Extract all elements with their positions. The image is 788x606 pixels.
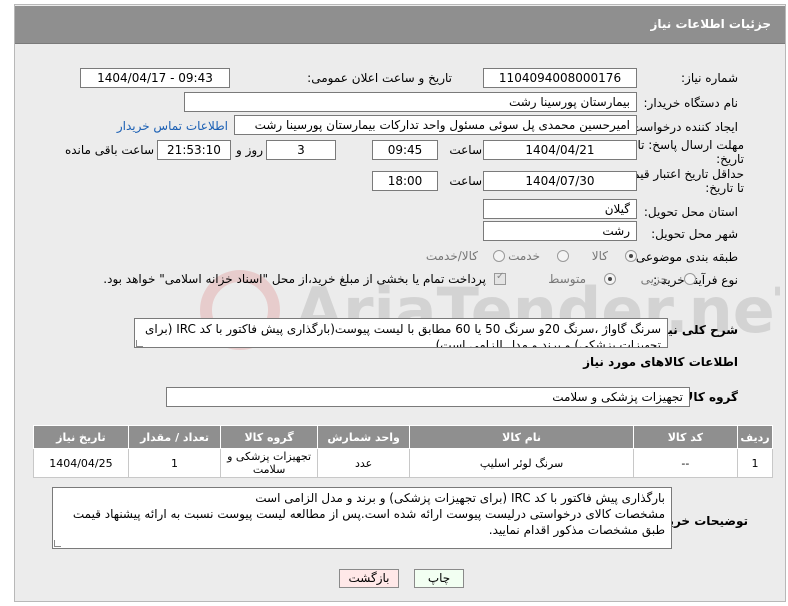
validity-time-field: 18:00 <box>372 171 438 191</box>
cell-unit: عدد <box>316 448 411 478</box>
cell-date: 1404/04/25 <box>33 448 129 478</box>
description-textarea: سرنگ گاواژ ،سرنگ 20و سرنگ 50 یا 60 مطابق… <box>134 318 668 348</box>
remaining-time-field: 21:53:10 <box>157 140 231 160</box>
payment-checkbox[interactable] <box>494 271 506 285</box>
category-option-both: کالا/خدمت <box>425 249 478 263</box>
category-option-goods: کالا <box>591 249 608 263</box>
remaining-label: ساعت باقی مانده <box>64 143 154 157</box>
category-option-service: خدمت <box>508 249 540 263</box>
col-code: کد کالا <box>632 425 739 449</box>
col-date: تاریخ نیاز <box>33 425 129 449</box>
col-qty: تعداد / مقدار <box>127 425 222 449</box>
deadline-date-field: 1404/04/21 <box>483 140 637 160</box>
deadline-label-date: تاریخ: <box>716 152 744 166</box>
buyer-notes-line-2: مشخصات کالای درخواستی درلیست پیوست ارائه… <box>72 507 665 521</box>
cell-row: 1 <box>737 448 773 478</box>
back-button[interactable]: بازگشت <box>339 569 399 588</box>
payment-note: پرداخت تمام یا بخشی از مبلغ خرید،از محل … <box>103 272 486 286</box>
category-radio-service[interactable] <box>557 250 569 262</box>
goods-section-title: اطلاعات کالاهای مورد نیاز <box>583 355 738 369</box>
buyer-org-field: بیمارستان پورسینا رشت <box>184 92 637 112</box>
cell-qty: 1 <box>127 448 222 478</box>
page-header: جزئیات اطلاعات نیاز <box>15 6 785 44</box>
cell-name: سرنگ لوئر اسلیپ <box>409 448 634 478</box>
deadline-time-label: ساعت <box>449 143 482 157</box>
announce-field: 1404/04/17 - 09:43 <box>80 68 230 88</box>
print-button[interactable]: چاپ <box>414 569 464 588</box>
validity-date-field: 1404/07/30 <box>483 171 637 191</box>
cell-group: تجهیزات پزشکی و سلامت <box>220 448 318 478</box>
col-unit: واحد شمارش <box>316 425 411 449</box>
days-field: 3 <box>266 140 336 160</box>
goods-group-field: تجهیزات پزشکی و سلامت <box>166 387 690 407</box>
category-label: طبقه بندی موضوعی: <box>631 250 738 264</box>
goods-table-header: ردیف کد کالا نام کالا واحد شمارش گروه کا… <box>33 425 773 449</box>
col-row: ردیف <box>737 425 773 449</box>
creator-label: ایجاد کننده درخواست: <box>627 120 738 134</box>
buyer-notes-line-1: بارگذاری پیش فاکتور با کد IRC (برای تجهی… <box>255 491 665 505</box>
goods-table: ردیف کد کالا نام کالا واحد شمارش گروه کا… <box>33 425 773 478</box>
cell-code: -- <box>632 448 739 478</box>
creator-field: امیرحسین محمدی پل سوئی مسئول واحد تدارکا… <box>234 115 637 135</box>
buyer-notes-resize-handle[interactable] <box>54 540 61 547</box>
validity-label-date: تا تاریخ: <box>705 181 744 195</box>
city-field: رشت <box>483 221 637 241</box>
days-label: روز و <box>236 143 263 157</box>
need-number-field: 1104094008000176 <box>483 68 637 88</box>
description-resize-handle[interactable] <box>136 340 143 347</box>
city-label: شهر محل تحویل: <box>651 227 738 241</box>
table-row: 1 -- سرنگ لوئر اسلیپ عدد تجهیزات پزشکی و… <box>33 448 773 478</box>
process-option-minor: جزیی <box>640 272 668 286</box>
validity-time-label: ساعت <box>449 174 482 188</box>
col-group: گروه کالا <box>220 425 318 449</box>
contact-info-link[interactable]: اطلاعات تماس خریدار <box>117 119 228 133</box>
need-number-label: شماره نیاز: <box>681 71 738 85</box>
buyer-notes-textarea: بارگذاری پیش فاکتور با کد IRC (برای تجهی… <box>52 487 672 549</box>
deadline-time-field: 09:45 <box>372 140 438 160</box>
col-name: نام کالا <box>409 425 634 449</box>
province-label: استان محل تحویل: <box>643 205 738 219</box>
announce-label: تاریخ و ساعت اعلان عمومی: <box>307 71 452 85</box>
buyer-org-label: نام دستگاه خریدار: <box>643 96 739 110</box>
category-radio-goods[interactable] <box>625 250 637 262</box>
process-radio-minor[interactable] <box>684 273 696 285</box>
deadline-label: مهلت ارسال پاسخ: تا <box>637 138 744 152</box>
process-radio-medium[interactable] <box>604 273 616 285</box>
category-radio-both[interactable] <box>493 250 505 262</box>
buyer-notes-line-3: طبق مشخصات مذکور اقدام نمایید. <box>488 523 665 537</box>
province-field: گیلان <box>483 199 637 219</box>
page-title: جزئیات اطلاعات نیاز <box>650 17 771 31</box>
process-option-medium: متوسط <box>548 272 586 286</box>
